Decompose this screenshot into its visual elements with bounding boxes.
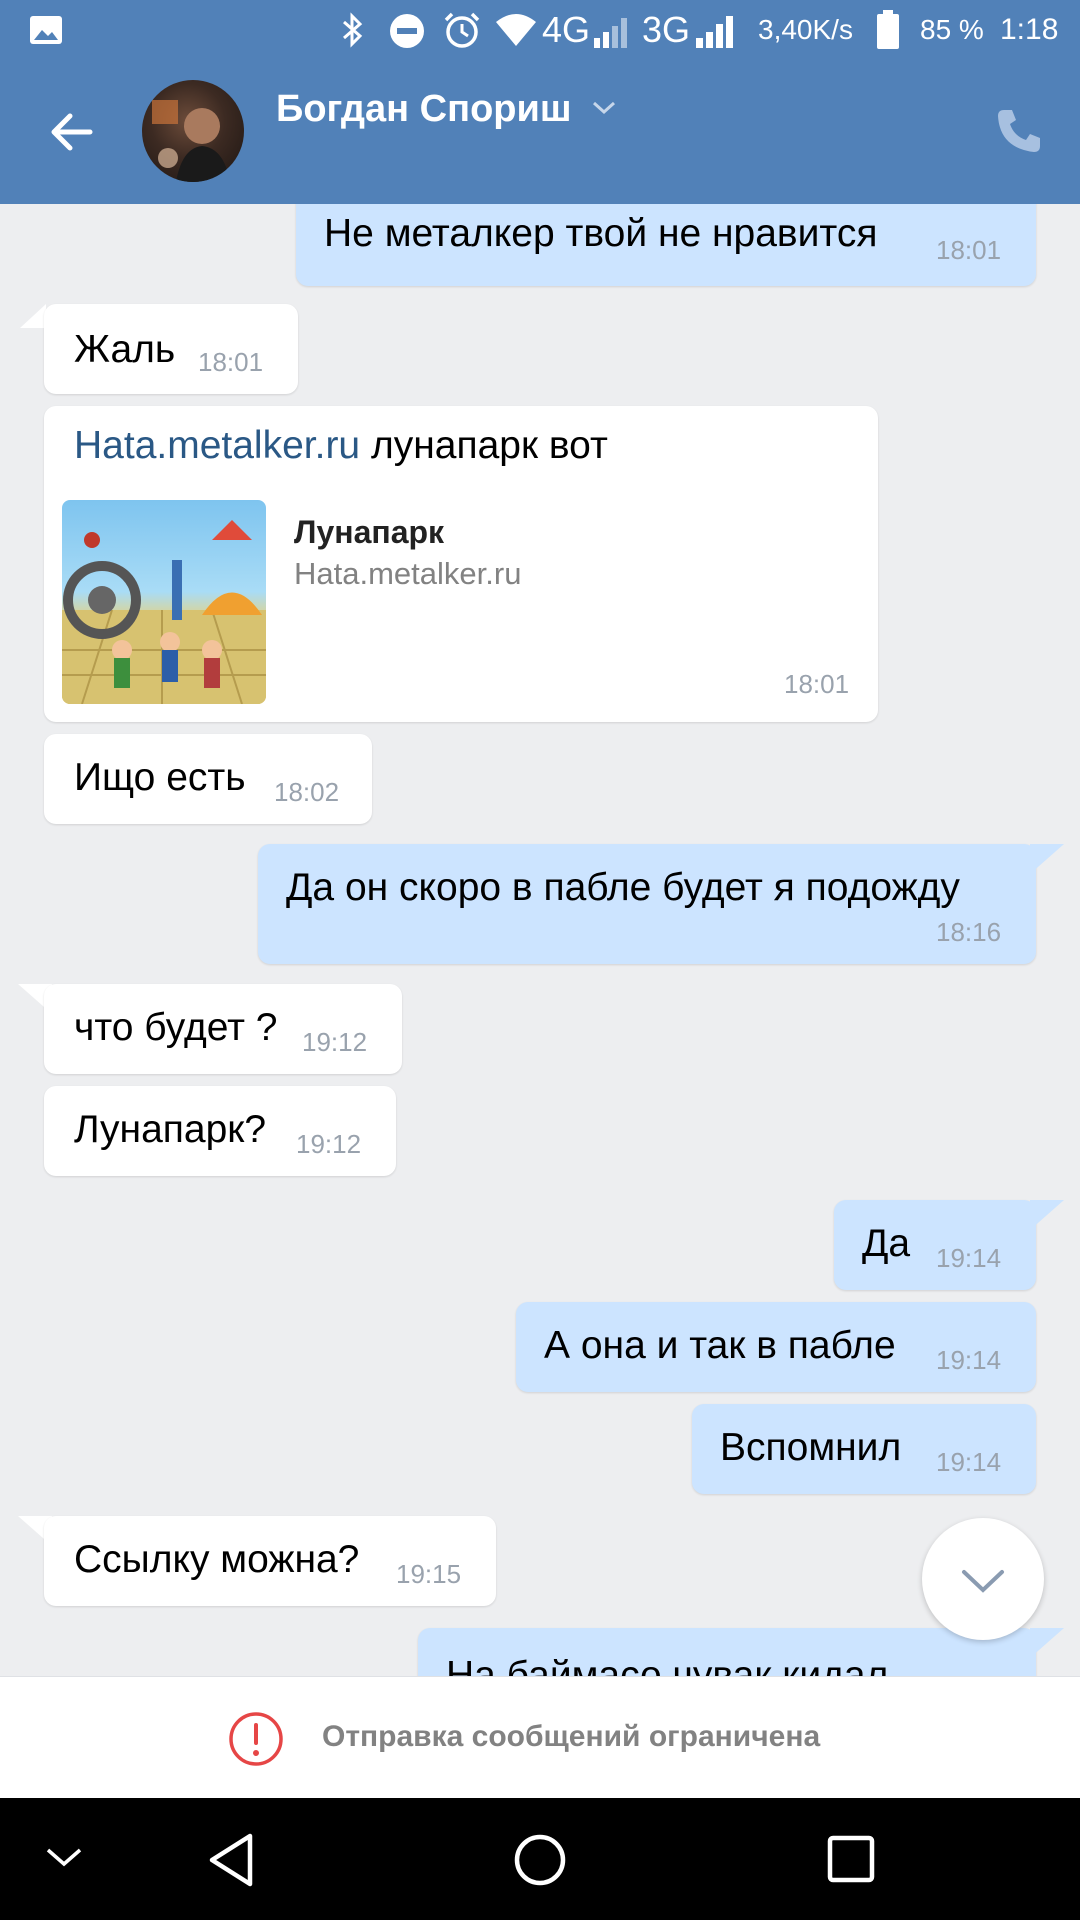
message-outgoing[interactable]: На баймасо чувак кидал [418, 1628, 1036, 1676]
status-bar: 4G 3G 3,40K/s 85 % 1:18 [0, 0, 1080, 60]
wifi-icon [494, 12, 538, 57]
link-preview-image[interactable] [62, 500, 266, 704]
bubble-tail [1030, 844, 1064, 874]
signal-icon [696, 14, 736, 57]
message-text: Жаль [74, 328, 176, 371]
back-icon[interactable] [206, 1832, 256, 1893]
message-list[interactable]: Не металкер твой не нравится 18:01 Жаль … [0, 204, 1080, 1676]
battery-icon [876, 10, 900, 59]
alarm-icon [442, 10, 482, 59]
message-time: 19:12 [302, 1027, 368, 1057]
message-time: 19:14 [936, 1243, 1002, 1273]
message-text: Hata.metalker.ru лунапарк вот [74, 422, 608, 470]
message-time: 18:16 [936, 917, 1002, 947]
restriction-text: Отправка сообщений ограничена [322, 1720, 821, 1753]
signal-icon [594, 14, 628, 57]
contact-name[interactable]: Богдан Спориш [276, 86, 572, 132]
bubble-tail [20, 304, 46, 328]
message-time: 19:12 [296, 1129, 362, 1159]
message-text: Да он скоро в пабле будет я подожду [286, 866, 960, 909]
message-text: что будет ? [74, 1006, 278, 1049]
message-time: 19:14 [936, 1447, 1002, 1477]
clock: 1:18 [1000, 13, 1059, 46]
message-outgoing[interactable]: Не металкер твой не нравится 18:01 [296, 204, 1036, 286]
network-3g-label: 3G [642, 9, 691, 50]
message-outgoing[interactable]: А она и так в пабле 19:14 [516, 1302, 1036, 1392]
home-icon[interactable] [512, 1832, 568, 1893]
message-time: 18:01 [784, 669, 850, 699]
message-text: Да [862, 1222, 911, 1265]
link-preview-title[interactable]: Лунапарк [294, 512, 444, 552]
message-text-rest: лунапарк вот [370, 424, 608, 467]
battery-percent: 85 % [920, 14, 984, 45]
message-time: 18:02 [274, 777, 340, 807]
message-outgoing[interactable]: Да 19:14 [834, 1200, 1036, 1290]
message-text: А она и так в пабле [544, 1324, 896, 1367]
message-incoming[interactable]: Hata.metalker.ru лунапарк вот Лунапарк H… [44, 406, 878, 722]
message-text: Не металкер твой не нравится [324, 212, 878, 255]
message-text: Ссылку можна? [74, 1538, 360, 1581]
message-incoming[interactable]: Лунапарк? 19:12 [44, 1086, 396, 1176]
message-text: Ищо есть [74, 756, 246, 799]
network-4g-label: 4G [542, 9, 591, 50]
system-nav-bar [0, 1798, 1080, 1920]
message-text: Лунапарк? [74, 1108, 267, 1151]
network-speed: 3,40K/s [758, 14, 853, 45]
message-time: 18:01 [198, 347, 264, 377]
message-link[interactable]: Hata.metalker.ru [74, 424, 360, 467]
link-preview-domain: Hata.metalker.ru [294, 556, 522, 591]
message-time: 19:14 [936, 1345, 1002, 1375]
chevron-down-icon [960, 1560, 1006, 1605]
chevron-down-icon[interactable] [590, 98, 618, 123]
restriction-footer: Отправка сообщений ограничена [0, 1676, 1080, 1799]
message-incoming[interactable]: Ищо есть 18:02 [44, 734, 372, 824]
phone-icon[interactable] [994, 106, 1044, 161]
message-incoming[interactable]: что будет ? 19:12 [44, 984, 402, 1074]
image-icon [28, 12, 64, 57]
scroll-down-button[interactable] [922, 1518, 1044, 1640]
message-outgoing[interactable]: Вспомнил 19:14 [692, 1404, 1036, 1494]
message-text: Вспомнил [720, 1426, 902, 1469]
back-arrow-icon[interactable] [44, 104, 100, 165]
message-time: 19:15 [396, 1559, 462, 1589]
bluetooth-icon [340, 12, 366, 57]
warning-icon [228, 1711, 284, 1772]
message-outgoing[interactable]: Да он скоро в пабле будет я подожду 18:1… [258, 844, 1036, 964]
message-time: 18:01 [936, 235, 1002, 265]
message-incoming[interactable]: Ссылку можна? 19:15 [44, 1516, 496, 1606]
bubble-tail [1030, 1200, 1064, 1230]
recents-icon[interactable] [826, 1834, 876, 1889]
chat-header: Богдан Спориш [0, 60, 1080, 204]
dnd-icon [388, 12, 426, 59]
chevron-down-icon[interactable] [44, 1842, 84, 1877]
message-incoming[interactable]: Жаль 18:01 [44, 304, 298, 394]
avatar[interactable] [142, 80, 244, 182]
bubble-tail [1030, 1628, 1064, 1658]
message-text: На баймасо чувак кидал [446, 1654, 889, 1676]
